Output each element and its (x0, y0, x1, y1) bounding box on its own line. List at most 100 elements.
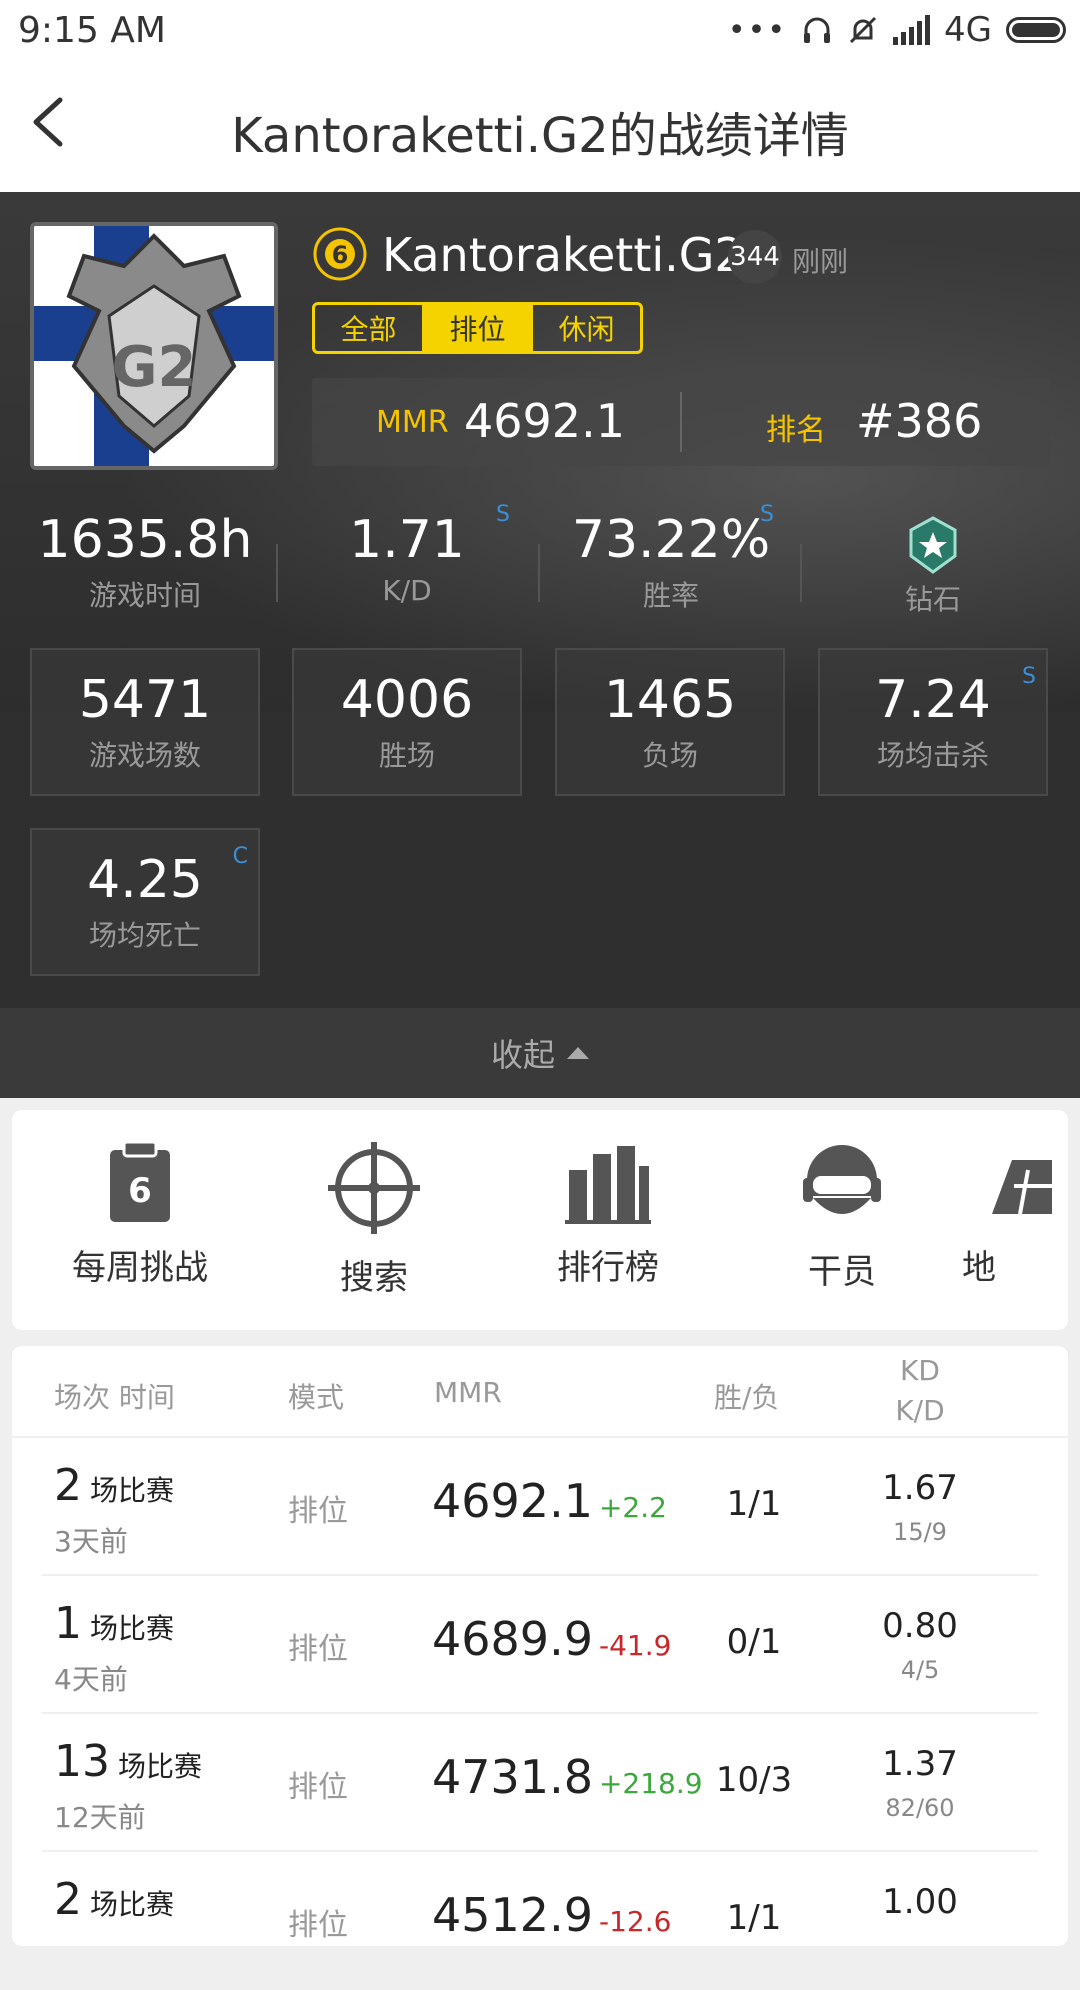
mode-tabs: 全部 排位 休闲 (312, 302, 643, 354)
match-mmr: 4692.1 +2.2 (432, 1474, 667, 1528)
grade-badge: C (232, 844, 248, 869)
match-count: 2 场比赛 (54, 1460, 175, 1511)
stat-winrate: 73.22% 胜率 S (571, 502, 774, 612)
quick-nav-operators[interactable]: 干员 (742, 1140, 942, 1293)
stat-box-deaths-per-game: 4.25 场均死亡 C (30, 828, 260, 976)
match-mode: 排位 (288, 1908, 348, 1943)
quick-nav-weekly-challenge[interactable]: 6 每周挑战 (40, 1140, 240, 1289)
svg-text:6: 6 (332, 241, 349, 269)
match-kills-deaths: 82/60 (885, 1794, 955, 1822)
grade-badge: S (760, 502, 774, 527)
divider (680, 392, 682, 452)
player-name: Kantoraketti.G2 (382, 228, 744, 282)
stat-box-wins: 4006 胜场 (292, 648, 522, 796)
match-kd: 0.80 (882, 1606, 958, 1646)
stat-box-games: 5471 游戏场数 (30, 648, 260, 796)
match-mmr: 4512.9 -12.6 (432, 1888, 672, 1942)
profile-card: G2 6 Kantoraketti.G2 344 刚刚 全部 排位 休闲 MMR… (0, 192, 1080, 1098)
table-row[interactable]: 1 场比赛 4天前 排位 4689.9 -41.9 0/1 0.80 4/5 (12, 1576, 1068, 1714)
match-time-ago: 4天前 (54, 1663, 128, 1696)
tab-ranked[interactable]: 排位 (422, 305, 531, 351)
diamond-rank-icon (909, 516, 957, 574)
g2-logo-icon: G2 (34, 226, 274, 466)
app-header: Kantoraketti.G2的战绩详情 (0, 62, 1080, 192)
quick-nav-search[interactable]: 搜索 (274, 1140, 474, 1299)
match-win-loss: 1/1 (726, 1484, 782, 1524)
match-time-ago: 3天前 (54, 1525, 128, 1558)
match-mode: 排位 (288, 1770, 348, 1805)
match-kd: 1.67 (882, 1468, 958, 1508)
match-count: 2 场比赛 (54, 1874, 175, 1925)
match-mode: 排位 (288, 1494, 348, 1529)
table-row[interactable]: 2 场比赛 3天前 排位 4692.1 +2.2 1/1 1.67 15/9 (12, 1438, 1068, 1576)
battery-icon (1006, 17, 1066, 43)
tab-casual[interactable]: 休闲 (531, 305, 640, 351)
mmr-delta: -41.9 (598, 1629, 672, 1662)
stat-box-kills-per-game: 7.24 场均击杀 S (818, 648, 1048, 796)
col-kd-ratio: K/D (895, 1394, 945, 1427)
tab-all[interactable]: 全部 (315, 305, 422, 351)
table-row[interactable]: 2 场比赛 排位 4512.9 -12.6 1/1 1.00 (12, 1852, 1068, 1990)
grade-badge: S (1022, 664, 1036, 689)
leaderboard-icon (565, 1146, 651, 1224)
match-kills-deaths: 15/9 (893, 1518, 947, 1546)
mmr-delta: +2.2 (598, 1491, 667, 1524)
page-title: Kantoraketti.G2的战绩详情 (231, 108, 849, 164)
mmr-rank-panel: MMR 4692.1 排名 #386 (312, 378, 1050, 466)
mmr-value: 4692.1 (464, 394, 625, 448)
col-session: 场次 时间 (54, 1381, 175, 1414)
stat-rank-tier: 钻石 (802, 510, 1064, 618)
table-row[interactable]: 13 场比赛 12天前 排位 4731.8 +218.9 10/3 1.37 82/… (12, 1714, 1068, 1852)
collapse-label: 收起 (490, 1036, 555, 1074)
headphones-icon (804, 17, 831, 43)
match-win-loss: 10/3 (715, 1760, 793, 1800)
map-icon (992, 1160, 1052, 1215)
match-win-loss: 0/1 (726, 1622, 782, 1662)
table-header: 场次 时间 模式 MMR 胜/负 KD K/D (12, 1346, 1068, 1438)
match-mmr: 4731.8 +218.9 (432, 1750, 703, 1804)
match-kills-deaths: 4/5 (900, 1656, 940, 1684)
match-count: 13 场比赛 (54, 1736, 203, 1787)
mmr-delta: -12.6 (598, 1905, 672, 1938)
updated-time: 刚刚 (792, 245, 849, 278)
match-mmr: 4689.9 -41.9 (432, 1612, 672, 1666)
quick-nav: 6 每周挑战 搜索 排行榜 干员 地 (12, 1110, 1068, 1330)
signal-icon (893, 15, 931, 45)
col-mmr: MMR (434, 1376, 502, 1409)
mmr-label: MMR (376, 405, 449, 440)
grade-badge: S (496, 502, 510, 527)
status-time: 9:15 AM (18, 10, 166, 51)
rank-label: 排名 (766, 413, 826, 448)
collapse-button[interactable]: 收起 (0, 1008, 1080, 1098)
svg-text:G2: G2 (112, 335, 197, 400)
operator-icon (803, 1145, 881, 1214)
summary-stats: 1635.8h 游戏时间 1.71 K/D S 73.22% 胜率 S 钻石 (0, 502, 1080, 630)
avatar: G2 (30, 222, 278, 470)
match-history-table: 场次 时间 模式 MMR 胜/负 KD K/D 2 场比赛 3天前 排位 4692… (12, 1346, 1068, 1946)
svg-text:6: 6 (128, 1171, 152, 1211)
level-badge: 344 (728, 230, 782, 284)
more-dots-icon: ••• (727, 12, 788, 48)
quick-nav-map[interactable]: 地 (962, 1140, 1068, 1289)
col-kd: KD (900, 1354, 940, 1387)
rainbow-six-icon: 6 (313, 227, 367, 281)
match-time-ago: 12天前 (54, 1801, 146, 1834)
match-kd: 1.37 (882, 1744, 958, 1784)
col-mode: 模式 (288, 1381, 345, 1414)
col-win-loss: 胜/负 (714, 1381, 780, 1414)
stat-box-losses: 1465 负场 (555, 648, 785, 796)
status-icons: ••• 4G (728, 10, 1066, 50)
stat-kd: 1.71 K/D S (349, 502, 510, 607)
network-type: 4G (944, 10, 992, 50)
match-count: 1 场比赛 (54, 1598, 175, 1649)
caret-up-icon (567, 1047, 589, 1059)
crosshair-icon (328, 1142, 420, 1234)
match-win-loss: 1/1 (726, 1898, 782, 1938)
stat-playtime: 1635.8h 游戏时间 (37, 510, 253, 612)
match-kd: 1.00 (882, 1882, 958, 1922)
match-mode: 排位 (288, 1632, 348, 1667)
bell-muted-icon (849, 16, 877, 44)
status-bar: 9:15 AM ••• 4G (0, 0, 1080, 62)
quick-nav-leaderboard[interactable]: 排行榜 (508, 1140, 708, 1289)
rank-value: #386 (856, 394, 983, 448)
